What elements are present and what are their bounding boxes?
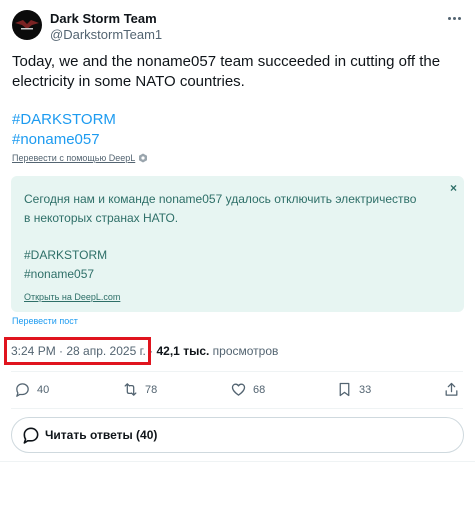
author-handle[interactable]: @DarkstormTeam1 xyxy=(50,27,162,43)
tweet-text: Today, we and the noname057 team succeed… xyxy=(12,53,441,90)
dark-storm-logo-icon xyxy=(15,20,39,30)
views-count: 42,1 тыс. xyxy=(156,344,210,358)
translation-text: Сегодня нам и команде noname057 удалось … xyxy=(24,192,417,225)
read-replies-label: Читать ответы (40) xyxy=(45,428,158,442)
close-icon[interactable]: × xyxy=(450,181,457,195)
divider xyxy=(11,371,463,372)
translation-hashtags: #DARKSTORM #noname057 xyxy=(24,246,107,284)
divider xyxy=(11,408,463,409)
author-info: Dark Storm Team @DarkstormTeam1 xyxy=(50,11,162,43)
author-name[interactable]: Dark Storm Team xyxy=(50,11,162,26)
open-deepl-link[interactable]: Открыть на DeepL.com xyxy=(24,292,120,302)
reply-icon xyxy=(23,427,39,444)
share-button[interactable] xyxy=(443,381,460,398)
reply-count: 40 xyxy=(37,383,50,396)
repost-icon xyxy=(124,383,137,396)
reply-button[interactable]: 40 xyxy=(14,381,49,398)
translate-deepl-label: Перевести с помощью DeepL xyxy=(12,153,136,163)
share-icon xyxy=(445,382,458,396)
repost-count: 78 xyxy=(145,383,158,396)
translation-box: Сегодня нам и команде noname057 удалось … xyxy=(11,176,464,312)
reply-icon xyxy=(16,383,29,397)
bookmark-button[interactable]: 33 xyxy=(336,381,371,398)
tweet-hashtags: #DARKSTORM #noname057 xyxy=(12,110,116,150)
views-label: просмотров xyxy=(209,344,279,358)
read-replies-button[interactable]: Читать ответы (40) xyxy=(11,417,464,453)
like-button[interactable]: 68 xyxy=(230,381,265,398)
hashtag-link[interactable]: #noname057 xyxy=(12,130,116,150)
translation-hashtag: #DARKSTORM xyxy=(24,248,108,262)
divider xyxy=(0,461,475,462)
translate-post-link[interactable]: Перевести пост xyxy=(12,316,78,326)
heart-icon xyxy=(231,383,246,396)
hashtag-link[interactable]: #DARKSTORM xyxy=(12,110,116,130)
translation-hashtag: #noname057 xyxy=(24,267,95,281)
bookmark-icon xyxy=(339,382,350,397)
action-bar: 40 78 68 33 xyxy=(0,381,475,401)
avatar[interactable] xyxy=(12,10,42,40)
translate-deepl-link[interactable]: Перевести с помощью DeepL xyxy=(12,153,148,163)
repost-button[interactable]: 78 xyxy=(122,381,157,398)
like-count: 68 xyxy=(253,383,266,396)
deepl-icon xyxy=(139,153,148,163)
bookmark-count: 33 xyxy=(359,383,372,396)
timestamp-highlight xyxy=(4,337,151,365)
more-options-icon[interactable] xyxy=(443,10,465,26)
